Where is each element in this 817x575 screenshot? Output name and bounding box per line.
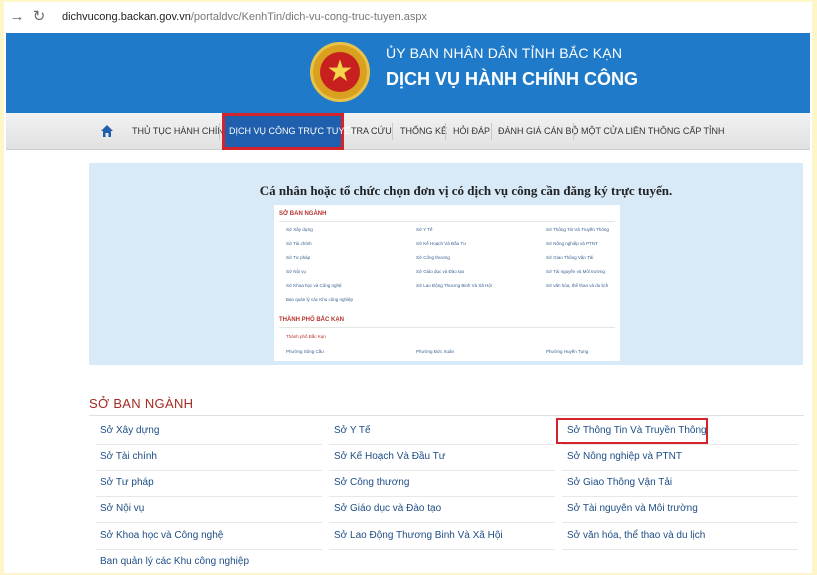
mini-item[interactable]: Sở Giáo dục và Đào tạo [416,269,464,274]
menu-item-tra-cuu[interactable]: TRA CỨU [351,126,392,136]
preview-panel: Cá nhân hoặc tổ chức chọn đơn vị có dịch… [89,163,803,365]
mini-item[interactable]: Sở Tài nguyên và Môi trường [546,269,605,274]
menu-item-label: DỊCH VỤ CÔNG TRỰC TUYẾN [229,126,357,136]
national-emblem-icon[interactable]: ★ [310,42,370,102]
unit-link[interactable]: Sở Y Tế [334,425,371,436]
unit-link[interactable]: Sở Tài chính [100,451,157,462]
menu-item-danh-gia[interactable]: ĐÁNH GIÁ CÁN BỘ [498,126,579,136]
mini-item[interactable]: Ban quản lý các Khu công nghiệp [286,297,353,302]
mini-item[interactable]: Sở Tư pháp [286,255,310,260]
mini-item[interactable]: Sở Nông nghiệp và PTNT [546,241,598,246]
mini-item[interactable]: Sở Giao Thông Vận Tải [546,255,593,260]
mini-item[interactable]: Sở Công thương [416,255,450,260]
unit-link[interactable]: Sở Giao Thông Vận Tải [567,477,672,488]
mini-item[interactable]: Sở Xây dựng [286,227,313,232]
mini-item[interactable]: Phường Huyền Tụng [546,349,588,354]
main-menu: THỦ TỤC HÀNH CHÍNH DỊCH VỤ CÔNG TRỰC TUY… [6,113,810,150]
site-subtitle: ỦY BAN NHÂN DÂN TỈNH BẮC KẠN [386,45,623,61]
unit-link[interactable]: Sở Tư pháp [100,477,154,488]
site-title[interactable]: DỊCH VỤ HÀNH CHÍNH CÔNG [386,69,638,90]
menu-item-thong-ke[interactable]: THỐNG KÊ [400,126,447,136]
mini-section-title: THÀNH PHỐ BẮC KẠN [279,317,344,323]
mini-item[interactable]: Sở Thông Tin Và Truyền Thông [546,227,609,232]
mini-item[interactable]: Sở Khoa học và Công nghệ [286,283,342,288]
mini-item[interactable]: Phường Sông Cầu [286,349,324,354]
url-field[interactable]: dichvucong.backan.gov.vn/portaldvc/KenhT… [62,11,427,23]
unit-link[interactable]: Sở Lao Động Thương Binh Và Xã Hội [334,530,503,541]
mini-item[interactable]: Sở Y Tế [416,227,432,232]
unit-link[interactable]: Ban quản lý các Khu công nghiệp [100,556,249,567]
menu-item-mot-cua[interactable]: MỘT CỬA LIÊN THÔNG CẤP TỈNH [581,126,725,136]
highlight-box [556,418,708,444]
mini-item[interactable]: Sở văn hóa, thể thao và du lịch [546,283,608,288]
menu-item-hoi-dap[interactable]: HỎI ĐÁP [453,126,490,136]
url-path: /portaldvc/KenhTin/dich-vu-cong-truc-tuy… [190,11,428,23]
mini-item[interactable]: Sở Nội vụ [286,269,306,274]
mini-unit-list: SỞ BAN NGÀNH Sở Xây dựng Sở Y Tế Sở Thôn… [274,205,620,361]
browser-address-bar: → ↻ dichvucong.backan.gov.vn/portaldvc/K… [4,2,812,32]
unit-link[interactable]: Sở Giáo dục và Đào tạo [334,503,441,514]
panel-title: Cá nhân hoặc tổ chức chọn đơn vị có dịch… [259,183,673,198]
unit-link[interactable]: Sở Tài nguyên và Môi trường [567,503,698,514]
mini-item[interactable]: Sở Lao Động Thương Binh Và Xã Hội [416,283,492,288]
unit-link[interactable]: Sở Xây dựng [100,425,159,436]
url-host: dichvucong.backan.gov.vn [62,11,191,23]
arrow-left-icon[interactable]: → [8,8,26,26]
home-icon[interactable] [100,124,114,138]
reload-icon[interactable]: ↻ [30,8,48,26]
menu-item-dich-vu-cong[interactable]: DỊCH VỤ CÔNG TRỰC TUYẾN [222,113,357,150]
unit-link[interactable]: Sở văn hóa, thể thao và du lịch [567,530,705,541]
unit-link[interactable]: Sở Nội vụ [100,503,144,514]
site-banner: ★ ỦY BAN NHÂN DÂN TỈNH BẮC KẠN DỊCH VỤ H… [6,33,810,113]
page-frame: → ↻ dichvucong.backan.gov.vn/portaldvc/K… [4,2,812,573]
mini-section-title: SỞ BAN NGÀNH [279,211,327,217]
mini-item[interactable]: Sở Kế Hoạch Và Đầu Tư [416,241,466,246]
unit-link[interactable]: Sở Nông nghiệp và PTNT [567,451,682,462]
unit-link[interactable]: Sở Kế Hoạch Và Đầu Tư [334,451,445,462]
mini-item[interactable]: Sở Tài chính [286,241,312,246]
mini-item[interactable]: Phường Đức Xuân [416,349,454,354]
section-title: SỞ BAN NGÀNH [89,396,194,411]
mini-city-link[interactable]: Thành phố Bắc Kạn [286,334,326,339]
unit-link[interactable]: Sở Khoa học và Công nghệ [100,530,223,541]
unit-link[interactable]: Sở Công thương [334,477,409,488]
menu-item-thu-tuc[interactable]: THỦ TỤC HÀNH CHÍNH [132,126,230,136]
